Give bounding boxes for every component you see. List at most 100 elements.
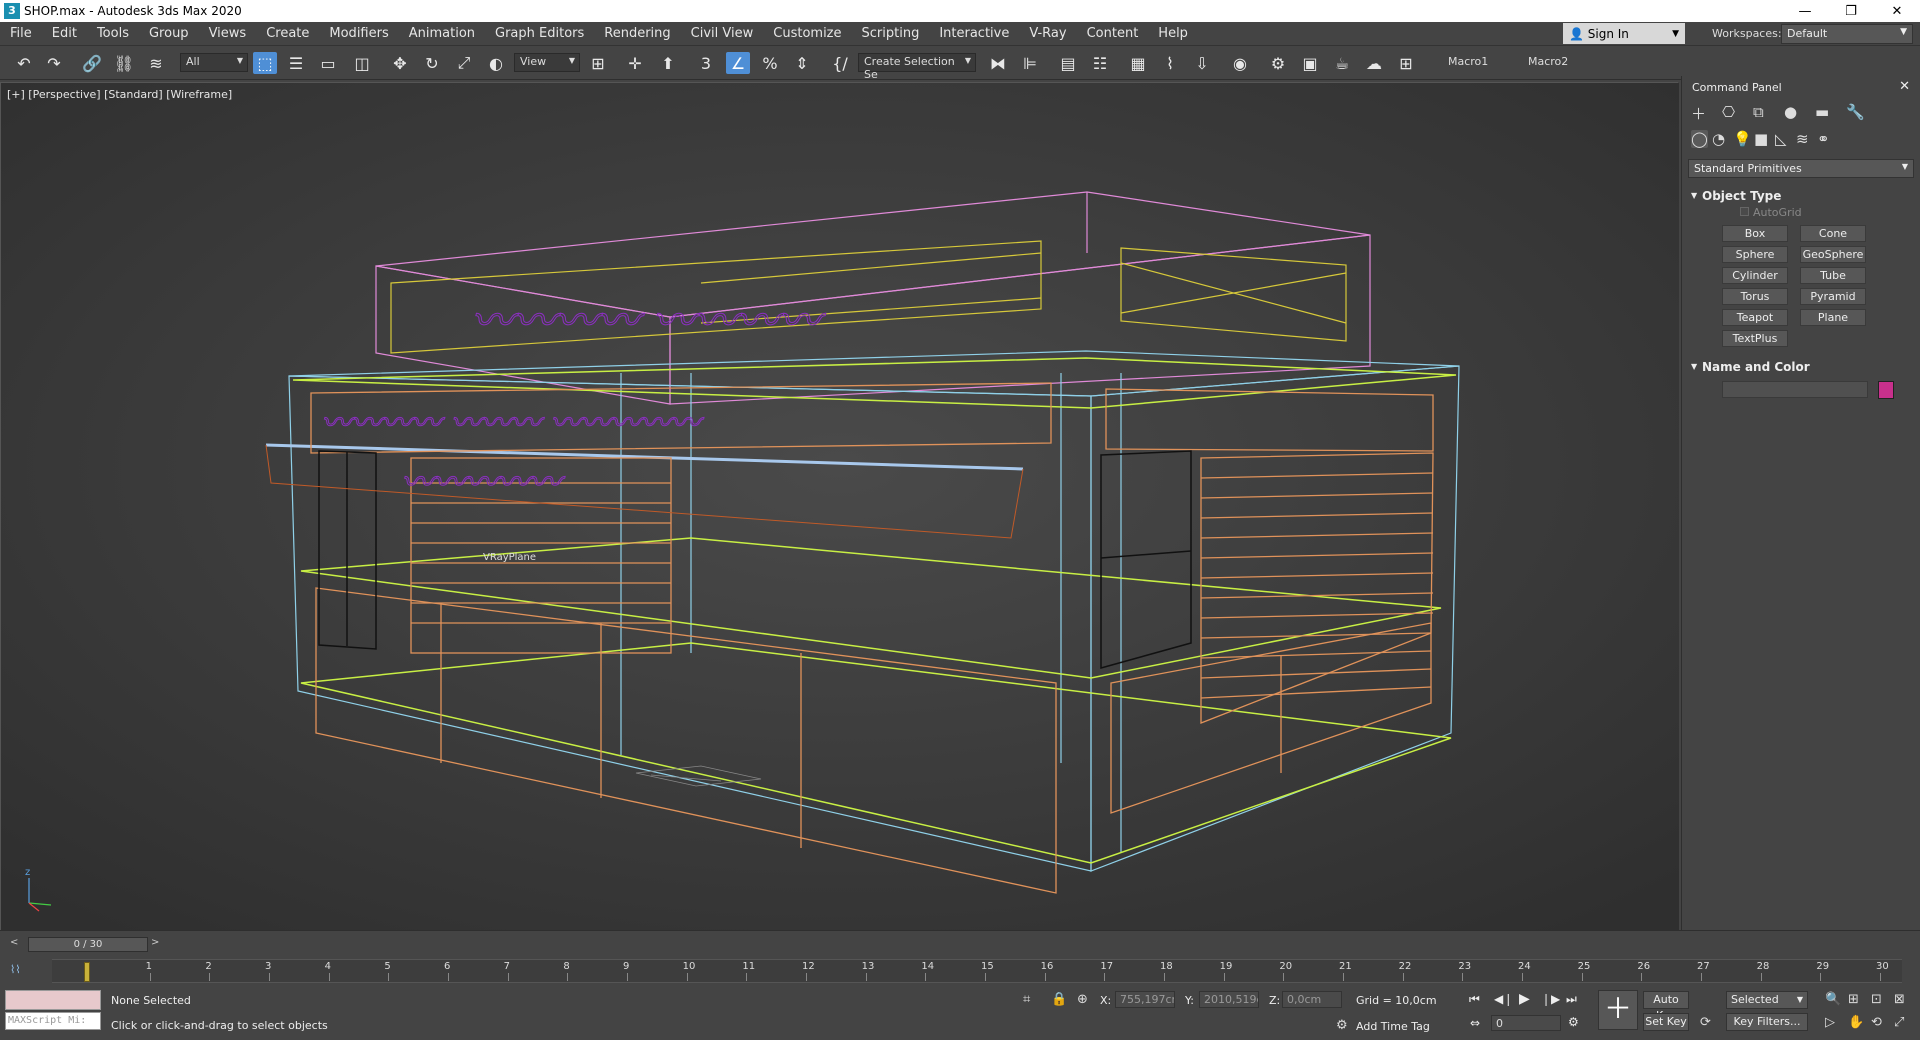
close-icon[interactable]: ✕: [1899, 79, 1910, 94]
add-time-tag-button[interactable]: Add Time Tag: [1356, 1020, 1430, 1033]
restore-button[interactable]: ❐: [1828, 0, 1874, 22]
menu-file[interactable]: File: [0, 26, 42, 41]
z-coord-field[interactable]: 0,0cm: [1282, 991, 1342, 1008]
next-frame-icon[interactable]: ❘▶: [1541, 992, 1560, 1006]
set-key-button[interactable]: Set Key: [1643, 1013, 1689, 1031]
selection-filter-dropdown[interactable]: All ▼: [180, 53, 248, 72]
cylinder-button[interactable]: Cylinder: [1722, 267, 1788, 284]
undo-icon[interactable]: ↶: [12, 52, 36, 74]
name-and-color-rollout[interactable]: ▼ Name and Color: [1688, 360, 1914, 378]
selection-lock-icon[interactable]: 🔒: [1051, 992, 1067, 1007]
select-object-icon[interactable]: ⬚: [253, 52, 277, 74]
key-mode-icon[interactable]: ⇔: [1470, 1016, 1480, 1030]
menu-modifiers[interactable]: Modifiers: [319, 26, 398, 41]
x-coord-field[interactable]: 755,197cm: [1115, 991, 1175, 1008]
menu-civil-view[interactable]: Civil View: [681, 26, 764, 41]
edit-named-selection-icon[interactable]: {/: [828, 52, 852, 74]
material-editor-icon[interactable]: ◉: [1228, 52, 1252, 74]
redo-icon[interactable]: ↷: [42, 52, 66, 74]
go-to-start-icon[interactable]: ⏮: [1469, 992, 1480, 1007]
reference-coordinate-dropdown[interactable]: View ▼: [514, 53, 580, 72]
time-slider-prev-icon[interactable]: <: [10, 937, 18, 948]
key-filter-icon[interactable]: ⟳: [1700, 1015, 1711, 1030]
time-tag-icon[interactable]: ⚙: [1336, 1018, 1348, 1033]
cone-button[interactable]: Cone: [1800, 225, 1866, 242]
display-tab-icon[interactable]: ▬: [1815, 103, 1829, 121]
menu-content[interactable]: Content: [1077, 26, 1149, 41]
time-slider[interactable]: 0 / 30: [28, 937, 148, 952]
percent-snap-icon[interactable]: %: [758, 52, 782, 74]
set-key-big-button[interactable]: ＋: [1598, 990, 1638, 1030]
play-icon[interactable]: ▶: [1519, 991, 1530, 1007]
geometry-category-dropdown[interactable]: Standard Primitives ▼: [1688, 159, 1914, 178]
orbit-icon[interactable]: ⟲: [1871, 1015, 1882, 1030]
geosphere-button[interactable]: GeoSphere: [1800, 246, 1866, 263]
menu-tools[interactable]: Tools: [87, 26, 139, 41]
menu-scripting[interactable]: Scripting: [852, 26, 930, 41]
time-slider-next-icon[interactable]: >: [151, 937, 159, 948]
menu-animation[interactable]: Animation: [399, 26, 485, 41]
angle-snap-icon[interactable]: ∠: [726, 52, 750, 74]
object-type-rollout[interactable]: ▼ Object Type: [1688, 189, 1914, 207]
keyboard-shortcut-override-icon[interactable]: ⬆: [656, 52, 680, 74]
window-crossing-icon[interactable]: ◫: [350, 52, 374, 74]
hierarchy-tab-icon[interactable]: ⧉: [1753, 103, 1764, 121]
perspective-viewport[interactable]: 〰〰〰〰 〰〰〰〰 〰〰〰〰 〰〰〰 〰〰〰〰〰 〰〰〰〰〰 z [+] [Pe…: [0, 82, 1679, 931]
key-filters-button[interactable]: Key Filters...: [1726, 1013, 1808, 1031]
time-cursor[interactable]: [84, 962, 90, 982]
menu-views[interactable]: Views: [199, 26, 257, 41]
torus-button[interactable]: Torus: [1722, 288, 1788, 305]
rotate-icon[interactable]: ↻: [420, 52, 444, 74]
render-in-cloud-icon[interactable]: ☁: [1362, 52, 1386, 74]
rendered-frame-window-icon[interactable]: ▣: [1298, 52, 1322, 74]
menu-customize[interactable]: Customize: [763, 26, 851, 41]
minimize-button[interactable]: —: [1782, 0, 1828, 22]
zoom-extents-all-icon[interactable]: ⊠: [1894, 992, 1905, 1007]
menu-graph-editors[interactable]: Graph Editors: [485, 26, 594, 41]
object-color-swatch[interactable]: [1878, 381, 1894, 399]
pivot-center-icon[interactable]: ⊞: [586, 52, 610, 74]
menu-vray[interactable]: V-Ray: [1019, 26, 1076, 41]
space-warps-icon[interactable]: ≋: [1796, 130, 1809, 148]
zoom-extents-icon[interactable]: ⊡: [1871, 992, 1882, 1007]
menu-edit[interactable]: Edit: [42, 26, 87, 41]
layer-explorer-icon[interactable]: ☷: [1088, 52, 1112, 74]
toggle-ribbon-icon[interactable]: ▦: [1126, 52, 1150, 74]
isolate-selection-icon[interactable]: ⌗: [1023, 992, 1030, 1007]
scene-explorer-icon[interactable]: ▤: [1056, 52, 1080, 74]
zoom-icon[interactable]: 🔍: [1825, 992, 1841, 1007]
previous-frame-icon[interactable]: ◀❘: [1494, 992, 1513, 1006]
rectangular-selection-icon[interactable]: ▭: [316, 52, 340, 74]
unlink-icon[interactable]: ⛓: [112, 52, 136, 74]
zoom-all-icon[interactable]: ⊞: [1848, 992, 1859, 1007]
named-selection-set-dropdown[interactable]: Create Selection Se ▼: [858, 53, 976, 81]
key-mode-dropdown[interactable]: Selected ▼: [1726, 991, 1808, 1009]
snaps-toggle-icon[interactable]: 3: [694, 52, 718, 74]
sphere-button[interactable]: Sphere: [1722, 246, 1788, 263]
object-name-field[interactable]: [1722, 381, 1868, 398]
go-to-end-icon[interactable]: ⏭: [1566, 992, 1577, 1007]
mini-curve-editor-icon[interactable]: ⌇⌇: [10, 963, 21, 976]
geometry-icon[interactable]: ◯: [1691, 130, 1708, 148]
macro1-button[interactable]: Macro1: [1448, 55, 1488, 68]
tube-button[interactable]: Tube: [1800, 267, 1866, 284]
current-frame-field[interactable]: 0: [1491, 1015, 1561, 1031]
bind-space-warp-icon[interactable]: ≋: [144, 52, 168, 74]
menu-help[interactable]: Help: [1148, 26, 1198, 41]
autogrid-checkbox[interactable]: AutoGrid: [1740, 206, 1802, 219]
schematic-view-icon[interactable]: ⇩: [1190, 52, 1214, 74]
select-manipulate-icon[interactable]: ✛: [623, 52, 647, 74]
render-production-icon[interactable]: ☕: [1330, 52, 1354, 74]
pan-icon[interactable]: ✋: [1848, 1015, 1864, 1030]
create-tab-icon[interactable]: ＋: [1691, 103, 1706, 124]
shapes-icon[interactable]: ◔: [1712, 130, 1725, 148]
menu-group[interactable]: Group: [139, 26, 199, 41]
viewport-canvas[interactable]: 〰〰〰〰 〰〰〰〰 〰〰〰〰 〰〰〰 〰〰〰〰〰 〰〰〰〰〰 z: [1, 83, 1679, 931]
lights-icon[interactable]: 💡: [1733, 130, 1752, 148]
close-button[interactable]: ✕: [1874, 0, 1920, 22]
maxscript-listener-field[interactable]: [5, 990, 101, 1010]
viewport-label[interactable]: [+] [Perspective] [Standard] [Wireframe]: [7, 88, 232, 101]
spinner-snap-icon[interactable]: ⇕: [790, 52, 814, 74]
align-icon[interactable]: ⊫: [1018, 52, 1042, 74]
menu-create[interactable]: Create: [256, 26, 319, 41]
